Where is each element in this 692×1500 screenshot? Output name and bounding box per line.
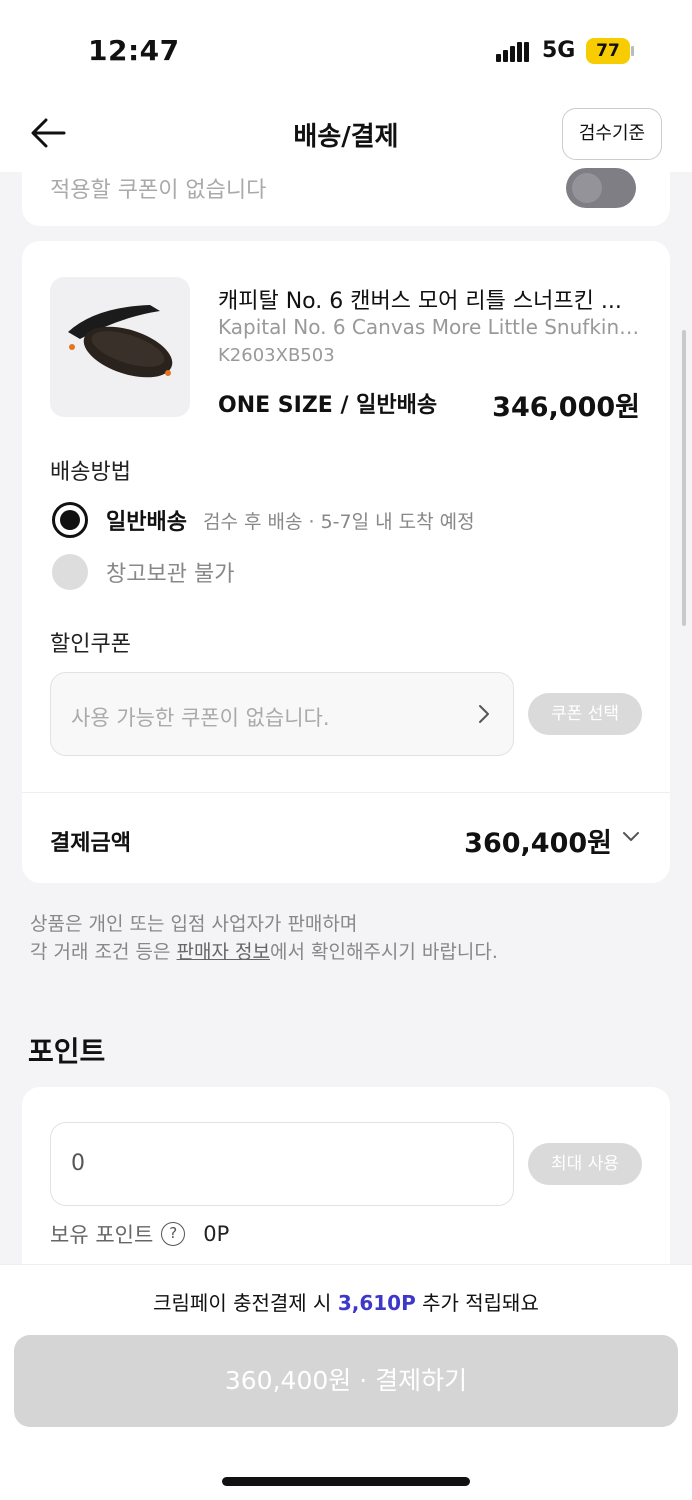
radio-disabled-icon (52, 554, 88, 590)
toggle-knob (572, 173, 602, 203)
product-name-en: Kapital No. 6 Canvas More Little Snufkin… (218, 315, 640, 339)
product-name: 캐피탈 No. 6 캔버스 모어 리틀 스너프킨 ... (218, 289, 622, 314)
payment-amount[interactable]: 360,400원 (464, 821, 612, 860)
shipping-option-standard[interactable]: 일반배송 검수 후 배송 · 5-7일 내 도착 예정 (52, 502, 475, 538)
inspection-criteria-button[interactable]: 검수기준 (562, 108, 662, 160)
shipping-option-label: 일반배송 (106, 510, 187, 535)
divider (22, 792, 670, 793)
product-code: K2603XB503 (218, 345, 335, 366)
pay-button[interactable]: 360,400원 · 결제하기 (14, 1335, 678, 1427)
shipping-option-desc: 검수 후 배송 · 5-7일 내 도착 예정 (202, 510, 475, 533)
reward-message: 크림페이 충전결제 시 3,610P 추가 적립돼요 (153, 1291, 539, 1315)
chevron-right-icon (479, 705, 489, 723)
coupon-select-button[interactable]: 쿠폰 선택 (528, 693, 642, 735)
product-price: 346,000원 (492, 392, 640, 423)
status-time: 12:47 (88, 34, 180, 67)
notice-line-2: 각 거래 조건 등은 판매자 정보에서 확인해주시기 바랍니다. (30, 941, 498, 963)
product-image (50, 277, 190, 417)
seller-info-link[interactable]: 판매자 정보 (177, 941, 270, 963)
coupon-placeholder: 사용 가능한 쿠폰이 없습니다. (71, 706, 330, 730)
owned-points-label: 보유 포인트 (50, 1223, 154, 1247)
radio-selected-icon[interactable] (52, 502, 88, 538)
shipping-method-label: 배송방법 (50, 460, 131, 485)
shipping-option-label: 창고보관 불가 (106, 562, 235, 587)
coupon-toggle-card: 적용할 쿠폰이 없습니다 (22, 168, 670, 226)
owned-points-row: 보유 포인트 ? 0P (50, 1219, 229, 1249)
home-indicator (222, 1477, 470, 1486)
coupon-select-field[interactable]: 사용 가능한 쿠폰이 없습니다. (50, 672, 514, 756)
max-use-button[interactable]: 최대 사용 (528, 1143, 642, 1185)
points-input[interactable]: 0 (50, 1122, 514, 1206)
help-icon[interactable]: ? (161, 1222, 186, 1246)
no-coupon-text: 적용할 쿠폰이 없습니다 (50, 178, 267, 203)
owned-points-value: 0P (203, 1222, 230, 1246)
network-label: 5G (542, 38, 576, 63)
battery-icon: 77 (586, 38, 630, 64)
order-card: 캐피탈 No. 6 캔버스 모어 리틀 스너프킨 ... Kapital No.… (22, 241, 670, 883)
points-card: 0 최대 사용 보유 포인트 ? 0P (22, 1087, 670, 1287)
notice-line-1: 상품은 개인 또는 입점 사업자가 판매하며 (30, 913, 358, 935)
discount-coupon-label: 할인쿠폰 (50, 632, 131, 657)
seller-notice: 상품은 개인 또는 입점 사업자가 판매하며 각 거래 조건 등은 판매자 정보… (30, 910, 498, 966)
scrollbar[interactable] (682, 330, 686, 626)
points-input-value: 0 (71, 1151, 85, 1176)
signal-icon (496, 42, 529, 62)
coupon-toggle[interactable] (566, 168, 636, 208)
status-bar: 12:47 5G 77 (0, 0, 692, 96)
bottom-bar: 크림페이 충전결제 시 3,610P 추가 적립돼요 360,400원 · 결제… (0, 1264, 692, 1500)
product-option: ONE SIZE / 일반배송 (218, 393, 438, 418)
shipping-option-warehouse: 창고보관 불가 (52, 554, 234, 590)
points-section-title: 포인트 (28, 1035, 106, 1068)
payment-amount-label: 결제금액 (50, 831, 131, 856)
nav-bar: 배송/결제 검수기준 (0, 96, 692, 172)
battery-tip (631, 46, 634, 56)
reward-points: 3,610P (337, 1291, 416, 1315)
chevron-down-icon[interactable] (622, 831, 640, 843)
